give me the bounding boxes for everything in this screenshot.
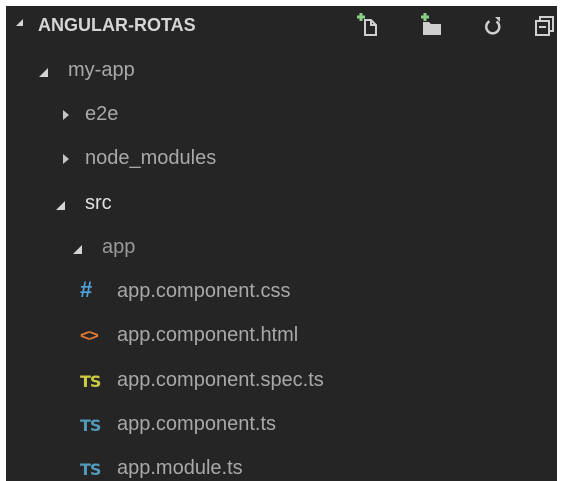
file-explorer: ANGULAR-ROTAS my-app e2e node_modules sr…	[6, 6, 557, 481]
css-file-icon: #	[80, 277, 93, 302]
tree-folder-src[interactable]: src	[6, 184, 557, 228]
file-label: app.component.spec.ts	[117, 369, 324, 391]
file-label: app.component.html	[117, 324, 299, 346]
expanded-chevron-icon	[16, 19, 23, 26]
folder-label: app	[102, 236, 136, 258]
tree-file-app-component-ts[interactable]: TS app.component.ts	[6, 405, 557, 449]
folder-label: src	[85, 192, 112, 214]
typescript-file-icon: TS	[80, 460, 101, 479]
typescript-file-icon: TS	[80, 416, 101, 435]
collapse-all-icon[interactable]	[532, 12, 557, 38]
new-file-icon[interactable]	[356, 12, 382, 38]
folder-label: my-app	[68, 59, 135, 81]
expanded-chevron-icon	[56, 201, 65, 210]
refresh-icon[interactable]	[480, 12, 506, 38]
folder-label: node_modules	[85, 147, 217, 169]
file-label: app.module.ts	[117, 457, 243, 479]
tree-folder-my-app[interactable]: my-app	[6, 51, 557, 95]
explorer-section-header[interactable]: ANGULAR-ROTAS	[6, 6, 557, 42]
file-label: app.component.css	[117, 280, 291, 302]
tree-file-app-component-html[interactable]: <> app.component.html	[6, 316, 557, 360]
tree-folder-e2e[interactable]: e2e	[6, 95, 557, 139]
workspace-title: ANGULAR-ROTAS	[38, 15, 196, 35]
expanded-chevron-icon	[73, 245, 82, 254]
tree-folder-node-modules[interactable]: node_modules	[6, 139, 557, 183]
new-folder-icon[interactable]	[418, 12, 444, 38]
collapsed-chevron-icon	[63, 110, 69, 120]
folder-label: e2e	[85, 103, 119, 125]
expanded-chevron-icon	[39, 68, 48, 77]
tree-file-app-component-css[interactable]: # app.component.css	[6, 272, 557, 316]
file-label: app.component.ts	[117, 413, 276, 435]
collapsed-chevron-icon	[63, 154, 69, 164]
typescript-spec-file-icon: TS	[80, 372, 101, 391]
html-file-icon: <>	[80, 326, 99, 345]
tree-file-app-component-spec-ts[interactable]: TS app.component.spec.ts	[6, 361, 557, 405]
tree-file-app-module-ts[interactable]: TS app.module.ts	[6, 449, 557, 481]
tree-folder-app[interactable]: app	[6, 228, 557, 272]
